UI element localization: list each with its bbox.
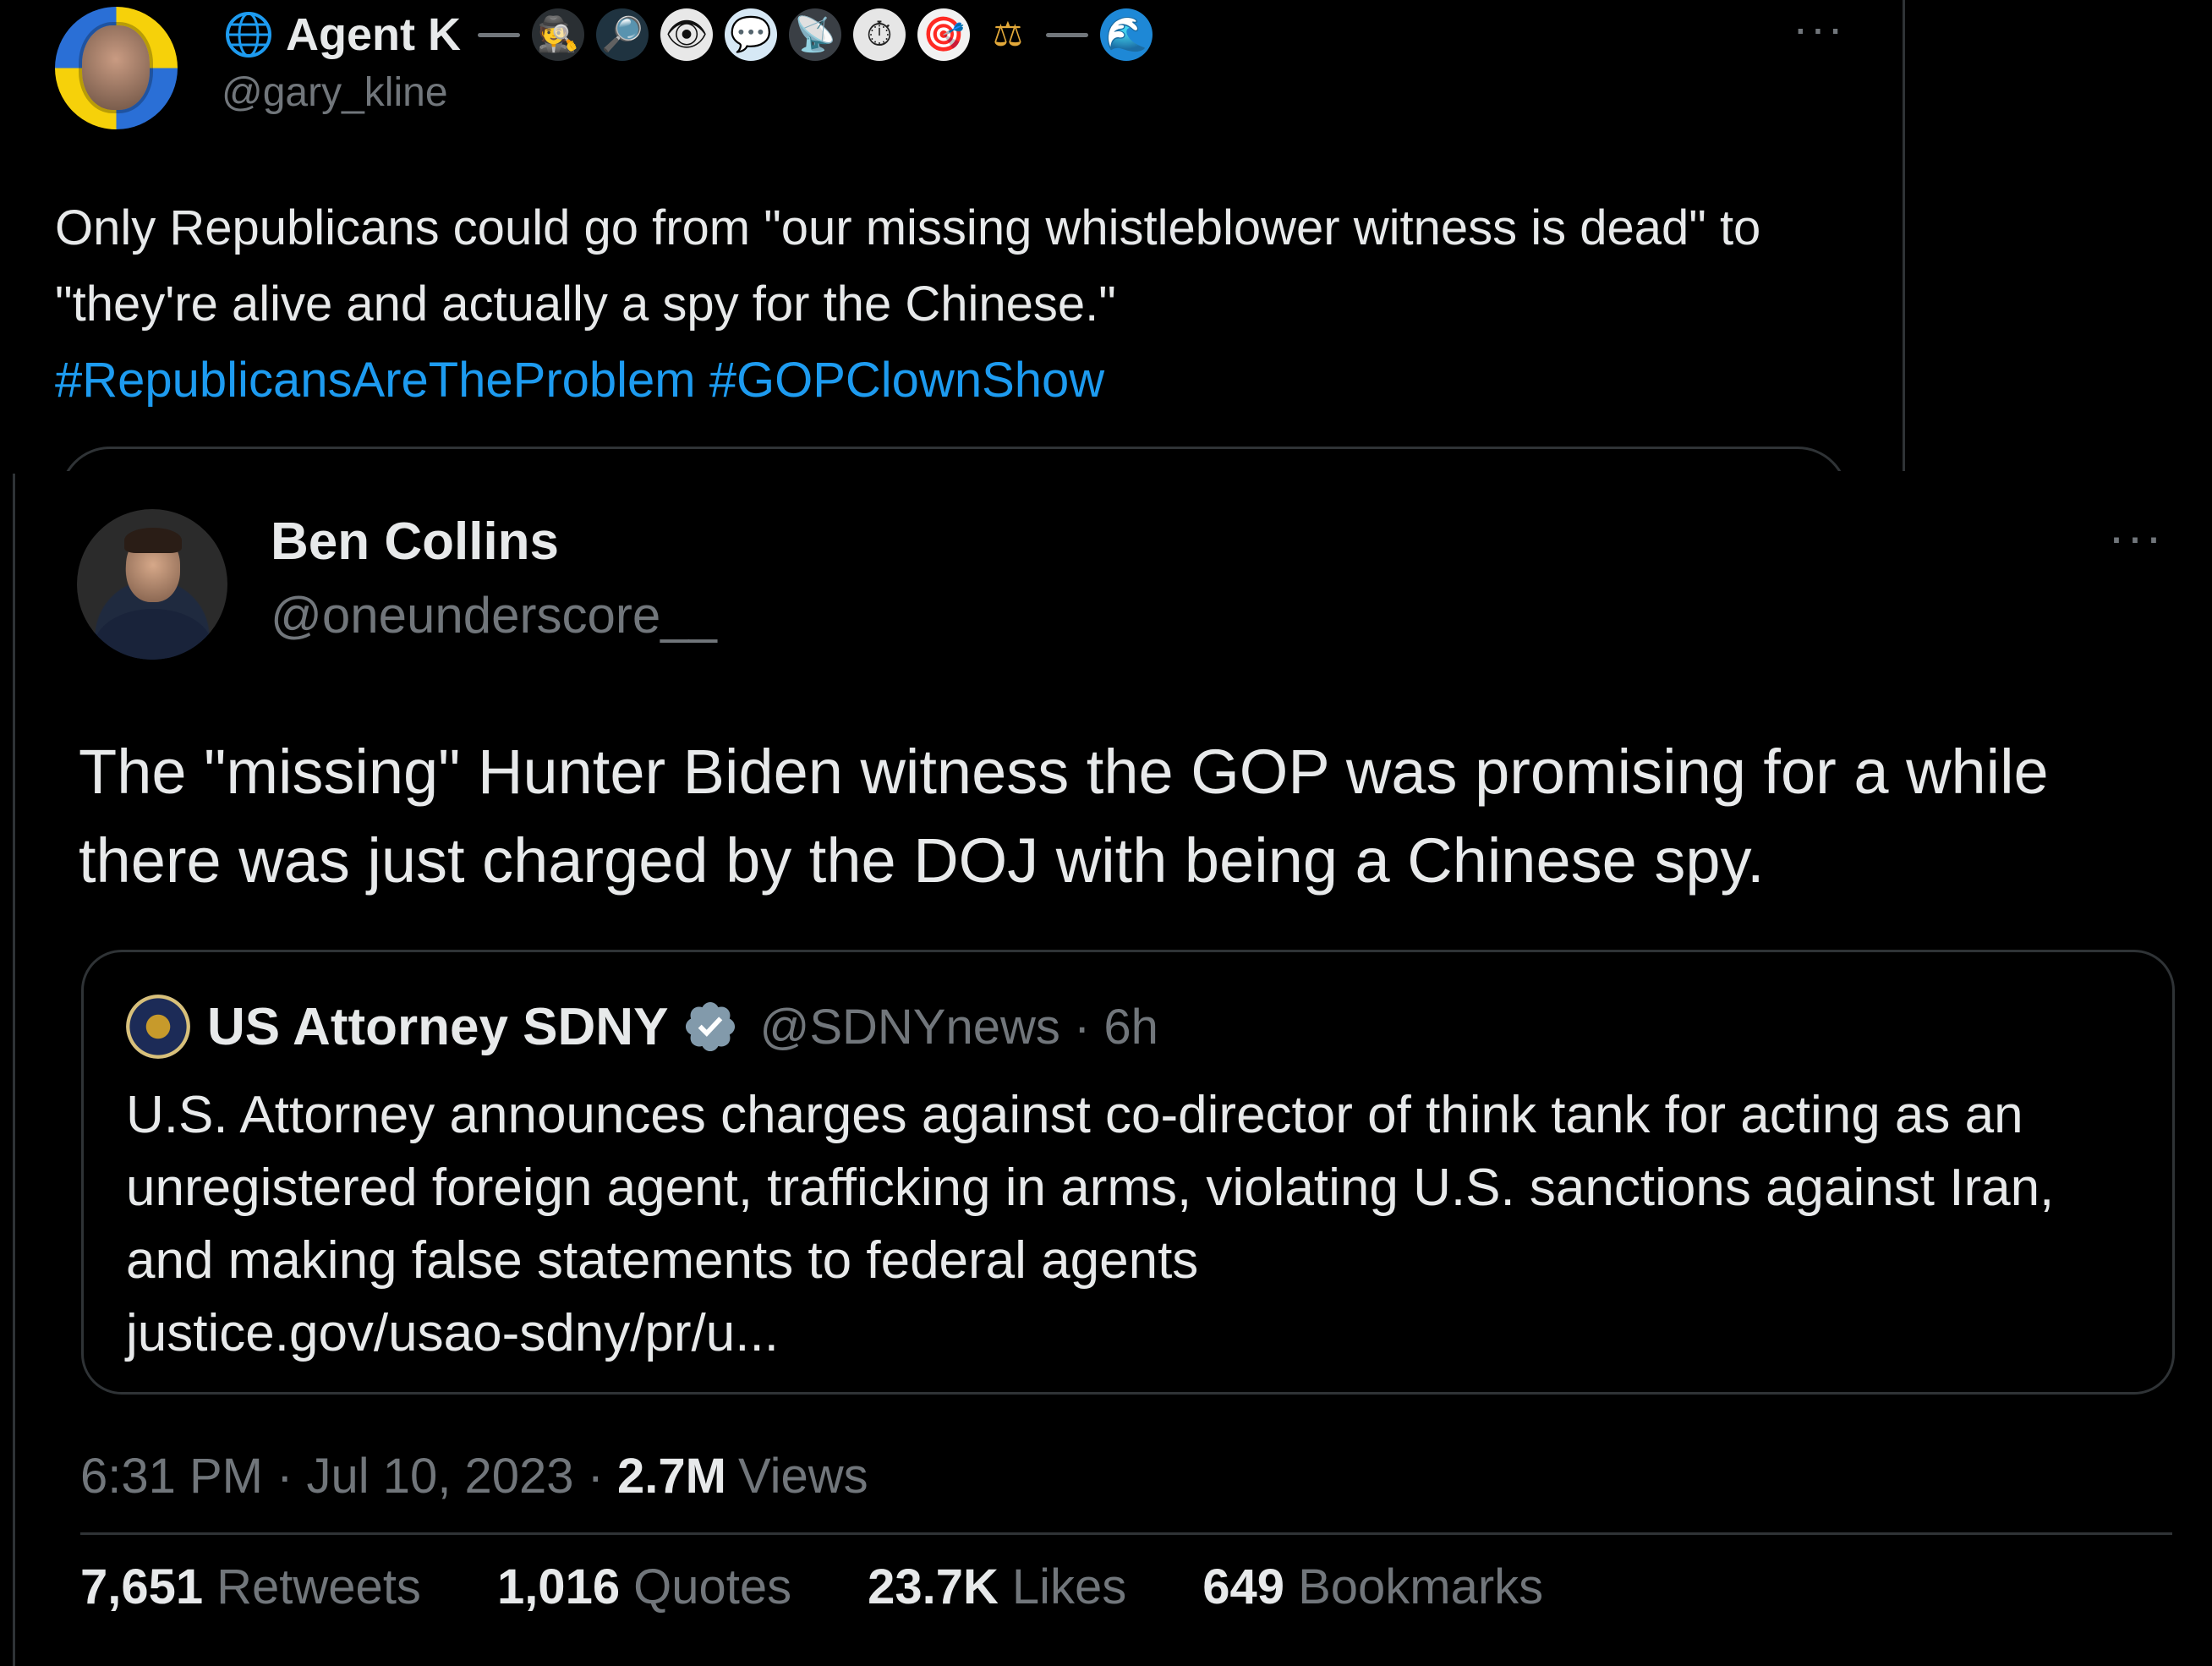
- dash-separator: [1045, 32, 1088, 37]
- quoted-tweet-link[interactable]: justice.gov/usao-sdny/pr/u...: [126, 1304, 779, 1362]
- avatar-hair: [124, 528, 182, 553]
- speech-bubble-emoji-icon: 💬: [724, 8, 777, 61]
- name-emoji-row: 🕵 🔎 👁 💬 📡 ⏱ 🎯 ⚖ 🌊: [477, 8, 1153, 61]
- tweet-text: The "missing" Hunter Biden witness the G…: [79, 737, 2049, 896]
- likes-count: 23.7K: [868, 1559, 999, 1614]
- retweets-label: Retweets: [216, 1559, 421, 1614]
- satellite-emoji-icon: 📡: [788, 8, 841, 61]
- author-name-row: Agent K 🕵 🔎 👁 💬 📡 ⏱ 🎯 ⚖ 🌊: [222, 5, 1153, 64]
- views-count: 2.7M: [617, 1449, 726, 1504]
- main-tweet[interactable]: Ben Collins @oneunderscore__ ··· The "mi…: [13, 474, 2212, 1666]
- doj-seal-avatar-icon[interactable]: [126, 995, 190, 1059]
- globe-icon: [222, 8, 276, 62]
- timestamp[interactable]: 6:31 PM · Jul 10, 2023 ·: [80, 1448, 604, 1504]
- retweets-count: 7,651: [80, 1559, 204, 1614]
- avatar[interactable]: [77, 509, 227, 660]
- eye-emoji-icon: 👁: [660, 8, 713, 61]
- retweets-stat[interactable]: 7,651 Retweets: [80, 1559, 421, 1615]
- likes-label: Likes: [1011, 1559, 1127, 1614]
- quoted-tweet-body: U.S. Attorney announces charges against …: [126, 1079, 2138, 1370]
- bookmarks-label: Bookmarks: [1298, 1559, 1544, 1614]
- target-emoji-icon: 🎯: [917, 8, 970, 61]
- author-display-name[interactable]: Agent K: [286, 8, 461, 61]
- wave-emoji-icon: 🌊: [1099, 8, 1153, 61]
- tweet-meta: 6:31 PM · Jul 10, 2023 · 2.7M Views: [80, 1448, 868, 1504]
- quotes-stat[interactable]: 1,016 Quotes: [497, 1559, 791, 1615]
- quotes-label: Quotes: [633, 1559, 792, 1614]
- quoted-tweet-header: US Attorney SDNY @SDNYnews · 6h: [126, 993, 1158, 1060]
- views-stat[interactable]: 2.7M Views: [617, 1448, 868, 1504]
- avatar-body: [94, 609, 212, 660]
- divider: [80, 1532, 2172, 1535]
- author-display-name[interactable]: Ben Collins: [271, 512, 559, 572]
- tweet-body: Only Republicans could go from "our miss…: [55, 190, 1831, 419]
- likes-stat[interactable]: 23.7K Likes: [868, 1559, 1126, 1615]
- spy-emoji-icon: 🕵: [531, 8, 584, 61]
- bookmarks-stat[interactable]: 649 Bookmarks: [1202, 1559, 1543, 1615]
- author-handle[interactable]: @gary_kline: [222, 69, 448, 116]
- scales-emoji-icon: ⚖: [993, 15, 1023, 54]
- more-options-button[interactable]: ···: [2108, 507, 2164, 566]
- quoted-handle-and-time[interactable]: @SDNYnews · 6h: [759, 999, 1158, 1055]
- quoted-tweet-text: U.S. Attorney announces charges against …: [126, 1086, 2055, 1290]
- quoted-tweet-card-edge[interactable]: [59, 447, 1848, 471]
- avatar-face: [82, 25, 150, 110]
- stopwatch-emoji-icon: ⏱: [852, 8, 906, 61]
- bookmarks-count: 649: [1202, 1559, 1285, 1614]
- dash-separator: [477, 32, 520, 37]
- quoted-tweet-card[interactable]: US Attorney SDNY @SDNYnews · 6h U.S. Att…: [81, 950, 2175, 1395]
- verified-badge-icon: [686, 1001, 736, 1052]
- views-label: Views: [737, 1449, 868, 1504]
- quotes-count: 1,016: [496, 1559, 621, 1614]
- magnifier-emoji-icon: 🔎: [595, 8, 649, 61]
- tweet-text: Only Republicans could go from "our miss…: [55, 200, 1761, 332]
- background-tweet[interactable]: Agent K 🕵 🔎 👁 💬 📡 ⏱ 🎯 ⚖ 🌊 @gary_kline ··…: [0, 0, 1905, 471]
- hashtag-links[interactable]: #RepublicansAreTheProblem #GOPClownShow: [55, 343, 1831, 419]
- engagement-stats: 7,651 Retweets 1,016 Quotes 23.7K Likes …: [80, 1559, 1543, 1615]
- more-options-button[interactable]: ···: [1793, 0, 1845, 55]
- quoted-author-name[interactable]: US Attorney SDNY: [207, 997, 668, 1057]
- avatar[interactable]: [55, 7, 178, 129]
- author-handle[interactable]: @oneunderscore__: [271, 586, 717, 644]
